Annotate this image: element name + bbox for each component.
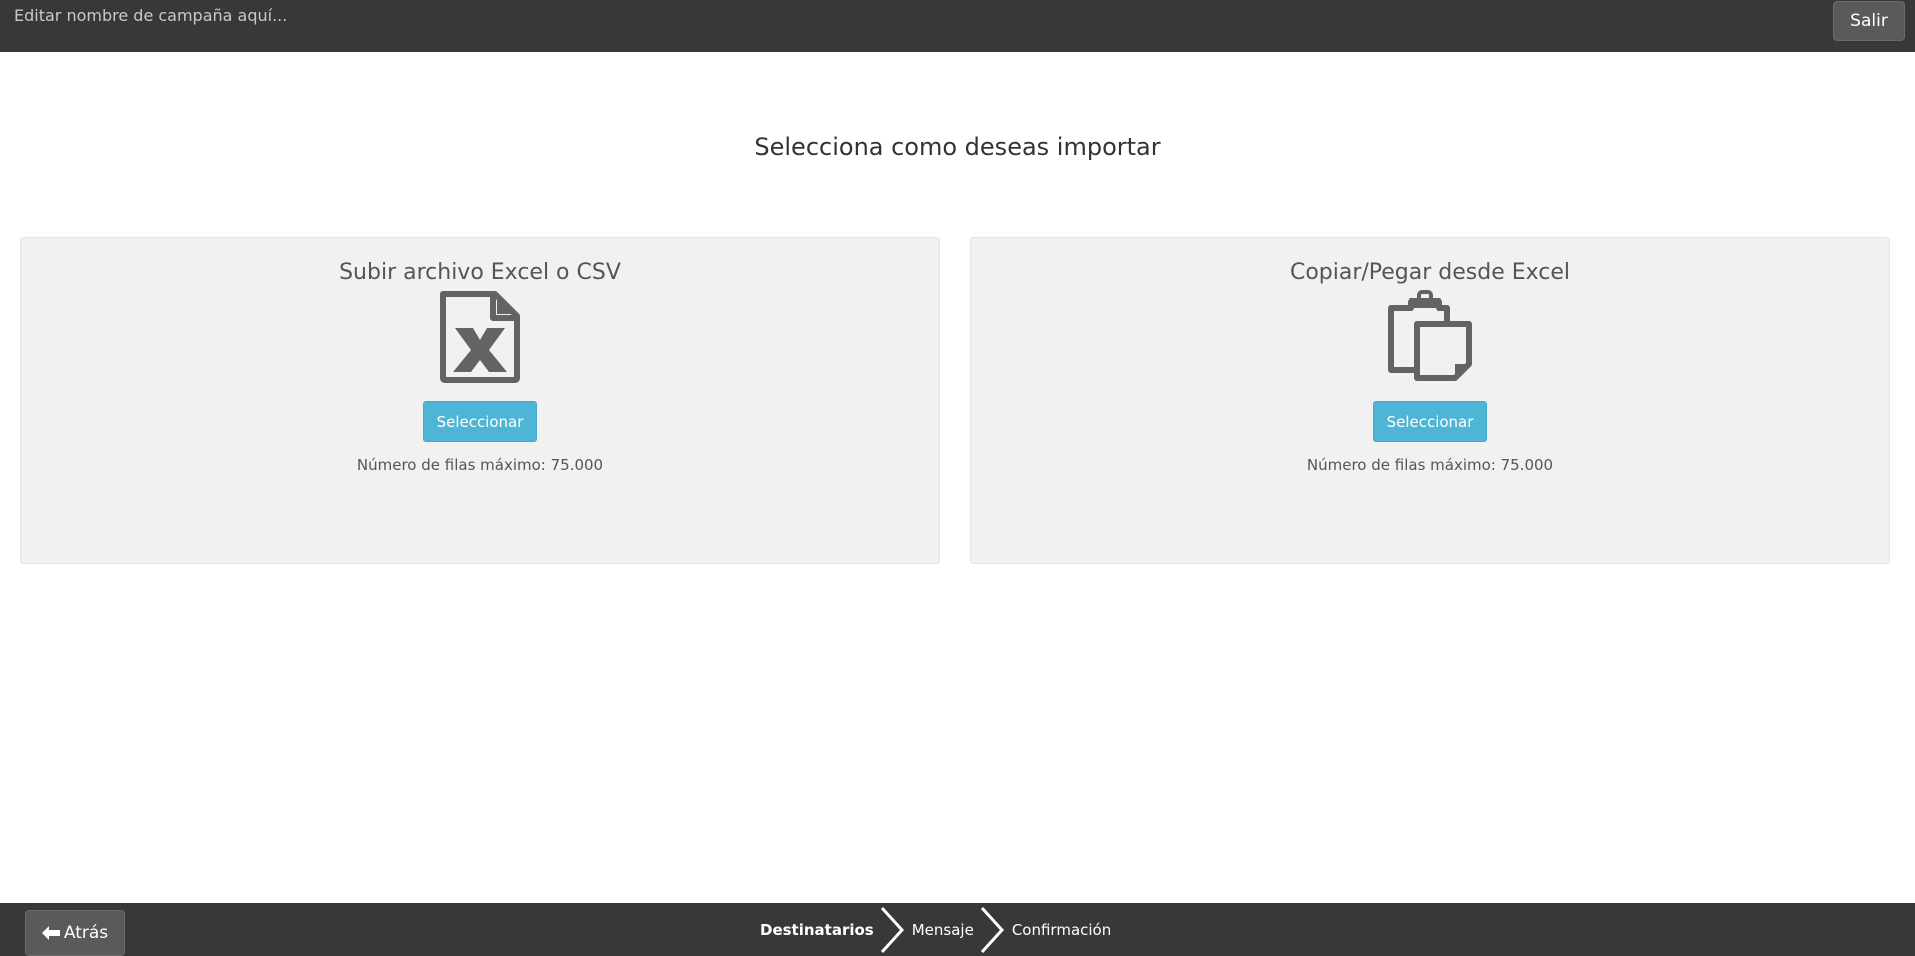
max-rows-info: Número de filas máximo: 75.000 xyxy=(1306,456,1554,474)
clipboard-paste-icon xyxy=(1388,290,1472,381)
wizard-steps: Destinatarios Mensaje Confirmación xyxy=(760,903,1111,956)
upload-file-title: Subir archivo Excel o CSV xyxy=(339,260,621,285)
upload-file-card: Subir archivo Excel o CSV Seleccionar Nú… xyxy=(20,237,940,564)
campaign-name-input[interactable] xyxy=(6,2,906,28)
paste-excel-title: Copiar/Pegar desde Excel xyxy=(1289,260,1571,285)
step-mensaje: Mensaje xyxy=(911,920,974,939)
back-label: Atrás xyxy=(63,923,109,943)
step-destinatarios: Destinatarios xyxy=(760,920,874,939)
max-rows-info: Número de filas máximo: 75.000 xyxy=(356,456,604,474)
step-confirmacion: Confirmación xyxy=(1011,920,1112,939)
page-title: Selecciona como deseas importar xyxy=(754,133,1161,161)
bottom-bar: Atrás Destinatarios Mensaje Confirmación xyxy=(0,903,1915,956)
arrow-left-icon xyxy=(41,926,60,940)
paste-excel-card: Copiar/Pegar desde Excel Seleccionar Núm… xyxy=(970,237,1890,564)
excel-file-icon xyxy=(440,291,520,383)
select-paste-button[interactable]: Seleccionar xyxy=(1373,401,1487,442)
top-bar: Salir xyxy=(0,0,1915,52)
exit-button[interactable]: Salir xyxy=(1833,1,1905,41)
chevron-right-icon xyxy=(980,906,1004,953)
select-upload-button[interactable]: Seleccionar xyxy=(423,401,537,442)
chevron-right-icon xyxy=(880,906,904,953)
back-button[interactable]: Atrás xyxy=(25,910,125,956)
